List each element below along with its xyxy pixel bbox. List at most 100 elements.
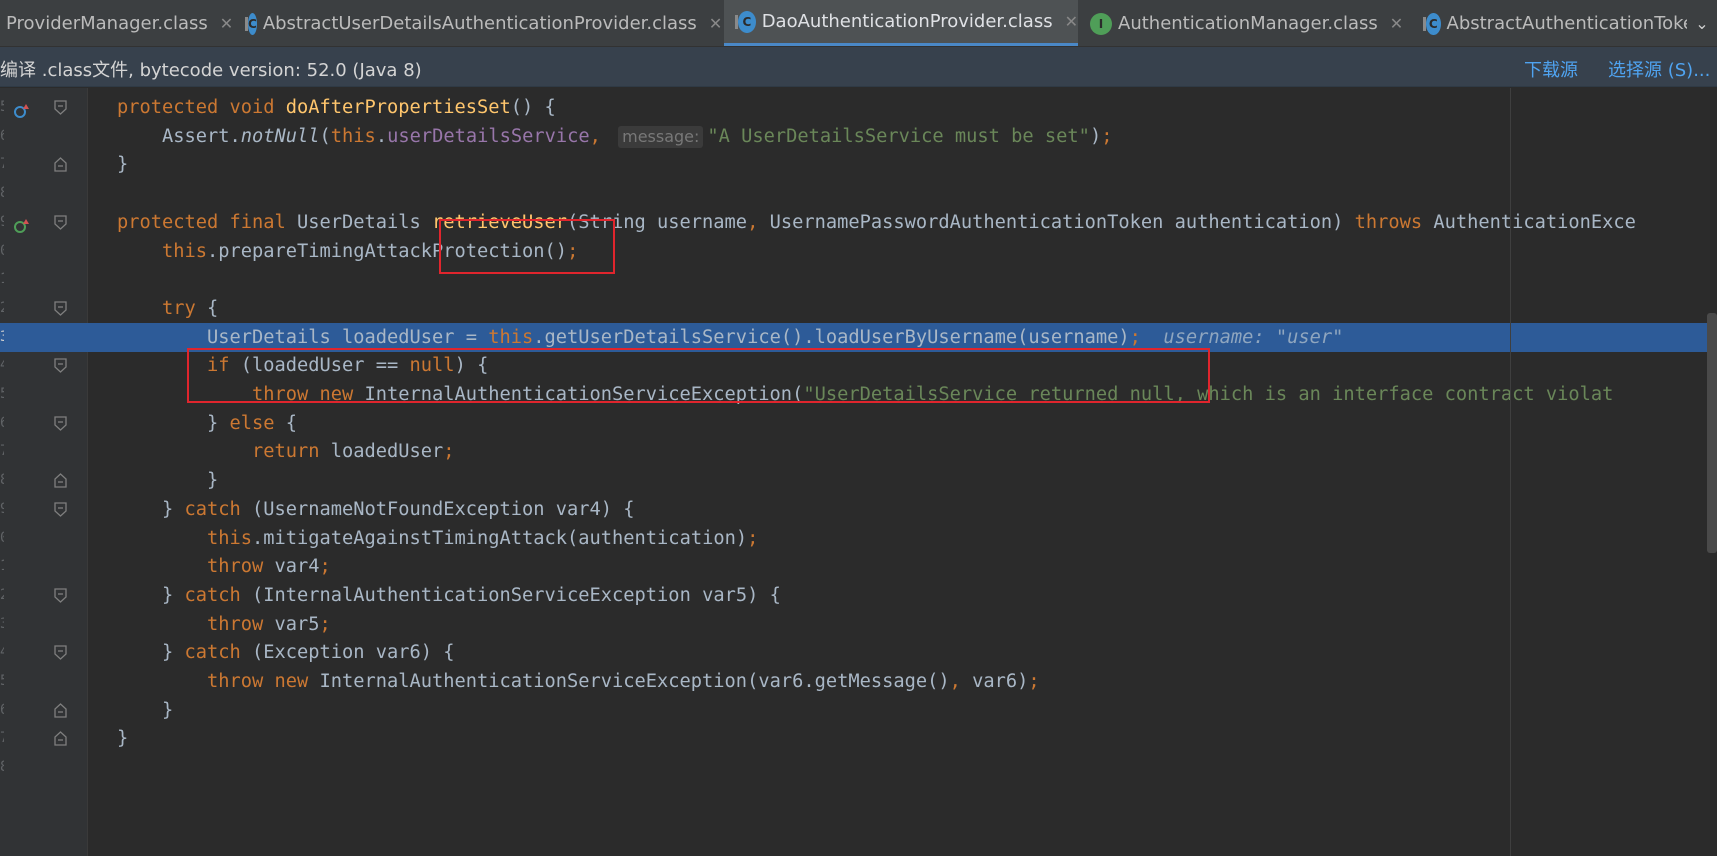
choose-sources-link[interactable]: 选择源 (S)... xyxy=(1608,56,1710,82)
code-text: protected void doAfterPropertiesSet() { xyxy=(117,93,556,122)
code-line[interactable]: 5 throw new InternalAuthenticationServic… xyxy=(0,667,1717,696)
code-line[interactable]: 1 throw var4; xyxy=(0,552,1717,581)
line-number: 5 xyxy=(0,667,4,696)
tab-provider-manager[interactable]: ProviderManager.class ✕ xyxy=(0,0,240,46)
code-token: catch xyxy=(184,584,253,606)
code-text: throw new InternalAuthenticationServiceE… xyxy=(117,667,1040,696)
close-icon[interactable]: ✕ xyxy=(1065,12,1078,31)
code-token: , xyxy=(949,671,973,692)
overrides-method-icon[interactable] xyxy=(14,99,32,118)
code-token: var4 xyxy=(274,556,320,578)
code-line[interactable]: 2 } catch (InternalAuthenticationService… xyxy=(0,581,1717,610)
code-line[interactable]: 8 xyxy=(0,753,1717,782)
code-token: doAfterPropertiesSet xyxy=(285,97,511,118)
fold-icon[interactable] xyxy=(54,301,67,316)
code-line[interactable]: 6 Assert.notNull(this.userDetailsService… xyxy=(0,122,1717,151)
code-token: UsernamePasswordAuthenticationToken auth… xyxy=(769,211,1355,233)
fold-icon[interactable] xyxy=(54,100,67,115)
code-line[interactable]: 7} xyxy=(0,150,1717,179)
code-token: (Exception var6) { xyxy=(252,642,455,664)
close-icon[interactable]: ✕ xyxy=(220,14,233,33)
parameter-hint: message: xyxy=(618,125,704,148)
code-text: } catch (UsernameNotFoundException var4)… xyxy=(117,495,635,524)
fold-icon[interactable] xyxy=(54,588,67,603)
code-token: this xyxy=(207,527,253,549)
fold-icon[interactable] xyxy=(54,215,67,230)
code-token: ; xyxy=(1129,326,1141,348)
code-token: (String username xyxy=(567,211,748,233)
code-line[interactable]: 3 throw var5; xyxy=(0,610,1717,639)
tab-authentication-manager[interactable]: I AuthenticationManager.class ✕ xyxy=(1086,0,1416,46)
code-token: { xyxy=(285,412,298,434)
code-line[interactable]: 0 this.mitigateAgainstTimingAttack(authe… xyxy=(0,524,1717,553)
line-number: 5 xyxy=(0,380,4,409)
code-line[interactable]: 8 } xyxy=(0,466,1717,495)
close-icon[interactable]: ✕ xyxy=(709,14,722,33)
code-token: InternalAuthenticationServiceException(v… xyxy=(319,671,950,692)
code-line[interactable]: 3 UserDetails loadedUser = this.getUserD… xyxy=(0,322,1717,352)
code-text: } catch (Exception var6) { xyxy=(117,638,455,667)
line-number: 2 xyxy=(0,294,4,323)
code-line[interactable]: 9 } catch (UsernameNotFoundException var… xyxy=(0,495,1717,524)
line-number: 2 xyxy=(0,581,4,610)
code-token: protected void xyxy=(117,97,286,118)
tab-abstract-authentication-token[interactable]: C AbstractAuthenticationToke xyxy=(1414,0,1694,46)
code-token: (loadedUser == xyxy=(240,355,410,377)
fold-icon[interactable] xyxy=(54,416,67,431)
line-number: 9 xyxy=(0,208,4,237)
code-token: try xyxy=(162,297,208,319)
code-line[interactable]: 0 this.prepareTimingAttackProtection(); xyxy=(0,237,1717,266)
vertical-scrollbar[interactable] xyxy=(1707,313,1717,553)
line-number: 6 xyxy=(0,409,4,438)
code-line[interactable]: 1 xyxy=(0,265,1717,294)
code-token: null xyxy=(409,355,455,377)
fold-icon[interactable] xyxy=(54,473,67,488)
code-line[interactable]: 7 return loadedUser; xyxy=(0,437,1717,466)
code-token: } xyxy=(117,470,219,492)
class-icon: C xyxy=(245,12,257,35)
code-line[interactable]: 2 try { xyxy=(0,294,1717,323)
code-line[interactable]: 8 xyxy=(0,179,1717,208)
tab-abstract-user-details-provider[interactable]: C AbstractUserDetailsAuthenticationProvi… xyxy=(240,0,722,46)
code-line[interactable]: 4 } catch (Exception var6) { xyxy=(0,638,1717,667)
download-sources-link[interactable]: 下载源 xyxy=(1524,56,1578,82)
code-line[interactable]: 9 protected final UserDetails retrieveUse… xyxy=(0,208,1717,237)
code-text: } xyxy=(117,150,128,179)
line-number: 8 xyxy=(0,466,4,495)
code-token: ; xyxy=(567,240,579,262)
fold-icon[interactable] xyxy=(54,502,67,517)
implements-method-icon[interactable] xyxy=(14,214,32,233)
tab-dao-authentication-provider[interactable]: C DaoAuthenticationProvider.class ✕ xyxy=(724,0,1078,46)
code-text: } xyxy=(117,696,173,725)
fold-icon[interactable] xyxy=(54,731,67,747)
code-line[interactable]: 5 throw new InternalAuthenticationServic… xyxy=(0,380,1717,409)
fold-icon[interactable] xyxy=(54,358,67,374)
code-token: notNull xyxy=(240,125,320,147)
code-line[interactable]: 5 protected void doAfterPropertiesSet() { xyxy=(0,93,1717,122)
code-line[interactable]: 6 } else { xyxy=(0,409,1717,438)
code-token: throw new xyxy=(252,384,365,405)
fold-icon[interactable] xyxy=(54,645,67,661)
code-text: Assert.notNull(this.userDetailsService, … xyxy=(117,122,1112,151)
code-editor[interactable]: 5 protected void doAfterPropertiesSet() {… xyxy=(0,88,1717,856)
debug-value-hint: username: "user" xyxy=(1140,326,1344,348)
close-icon[interactable]: ✕ xyxy=(1390,14,1403,33)
line-number: 4 xyxy=(0,638,4,667)
code-token: var6) xyxy=(972,671,1029,692)
line-number: 3 xyxy=(0,610,4,639)
fold-icon[interactable] xyxy=(54,702,67,718)
code-token: throw new xyxy=(207,671,320,692)
code-token: protected final xyxy=(117,211,298,233)
line-number: 5 xyxy=(0,93,4,122)
chevron-down-icon[interactable]: ⌄ xyxy=(1687,0,1717,46)
line-number: 0 xyxy=(0,237,4,266)
code-line[interactable]: 7} xyxy=(0,724,1717,753)
code-line[interactable]: 4 if (loadedUser == null) { xyxy=(0,351,1717,380)
fold-icon[interactable] xyxy=(54,157,67,173)
code-text: } xyxy=(117,466,218,495)
code-line[interactable]: 6 } xyxy=(0,696,1717,725)
